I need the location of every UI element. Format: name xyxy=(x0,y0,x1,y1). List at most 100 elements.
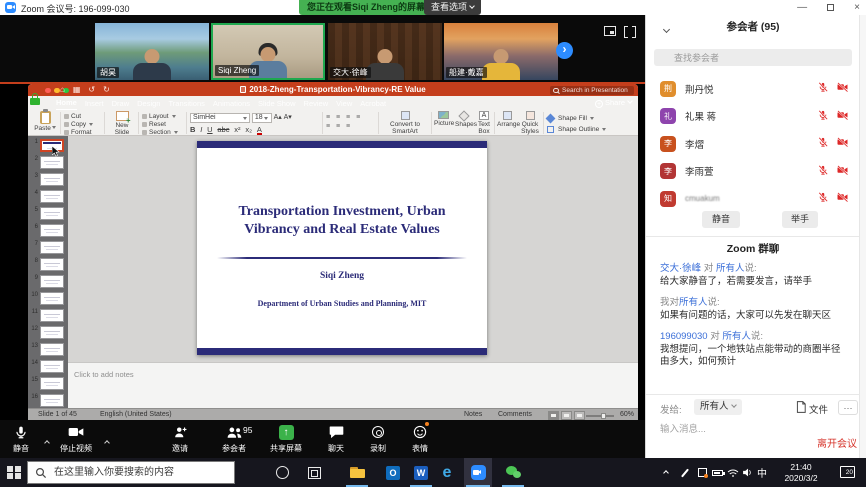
chat-message-input[interactable] xyxy=(658,423,828,436)
action-center-button[interactable]: 20 xyxy=(840,466,855,478)
participant-row[interactable]: 知 cmuakum xyxy=(646,185,860,208)
slide-thumbnail[interactable] xyxy=(40,190,64,203)
ppt-tab[interactable]: Draw xyxy=(112,97,130,110)
subscript-button[interactable]: x₂ xyxy=(245,125,252,134)
panel-scrollbar-track[interactable] xyxy=(859,15,866,458)
leave-meeting-button[interactable]: 离开会议 xyxy=(817,435,857,450)
slide-thumbnail-row[interactable]: 10 xyxy=(28,291,68,308)
invite-button[interactable]: 邀请 xyxy=(158,424,202,456)
home-icon[interactable]: ⌂ xyxy=(60,84,65,96)
paragraph-group[interactable]: ≡ ≡ ≡ ≡ ≡ ≡ ≡ xyxy=(326,110,376,136)
quick-styles-button[interactable]: Quick Styles xyxy=(520,110,540,136)
font-name-select[interactable]: SimHei xyxy=(190,113,250,123)
video-tile-active-speaker[interactable]: Siqi Zheng xyxy=(211,23,325,80)
slide-thumbnail[interactable] xyxy=(40,343,64,356)
slide-thumbnail[interactable] xyxy=(40,292,64,305)
mute-options-chevron[interactable] xyxy=(42,431,49,449)
shape-outline-button[interactable]: Shape Outline xyxy=(547,125,613,133)
grow-font-button[interactable]: A▴ xyxy=(274,114,282,121)
ppt-tab[interactable]: View xyxy=(336,97,352,110)
language-indicator[interactable]: English (United States) xyxy=(100,411,172,418)
slide-thumbnail[interactable] xyxy=(40,258,64,271)
maximize-button[interactable] xyxy=(827,4,834,11)
video-tile[interactable]: 交大·徐峰 xyxy=(328,23,442,80)
start-button[interactable] xyxy=(4,458,24,487)
slide-thumbnail-row[interactable]: 6 xyxy=(28,223,68,240)
save-icon[interactable]: ▦ xyxy=(73,84,81,96)
participant-row[interactable]: 荆 荆丹悦 xyxy=(646,75,860,103)
minimize-strip-icon[interactable] xyxy=(604,26,616,36)
font-color-button[interactable]: A xyxy=(257,127,262,135)
shapes-button[interactable]: Shapes xyxy=(455,110,473,136)
view-options-button[interactable]: 查看选项 xyxy=(424,0,481,15)
slide-thumbnail[interactable] xyxy=(40,309,64,322)
ppt-tab[interactable]: Design xyxy=(137,97,160,110)
ppt-tab[interactable]: Insert xyxy=(85,97,104,110)
participant-row[interactable]: 礼 礼果 蒋 xyxy=(646,103,860,131)
taskbar-clock[interactable]: 21:40 2020/3/2 xyxy=(778,462,824,483)
slide-thumbnail[interactable] xyxy=(40,224,64,237)
slide-thumbnail-row[interactable]: 2 xyxy=(28,155,68,172)
slide-thumbnail[interactable] xyxy=(40,156,64,169)
minimize-button[interactable]: — xyxy=(797,2,807,13)
mute-me-button[interactable]: 静音 xyxy=(702,211,740,228)
ppt-share-button[interactable]: +Share xyxy=(595,98,632,108)
slide-thumbnail[interactable] xyxy=(40,394,64,407)
file-explorer-button[interactable] xyxy=(344,458,370,487)
paste-button[interactable]: Paste xyxy=(32,110,58,136)
slide-thumbnail[interactable] xyxy=(40,207,64,220)
strikethrough-button[interactable]: abc xyxy=(217,125,229,134)
redo-icon[interactable]: ↻ xyxy=(103,84,110,96)
ppt-tab[interactable]: Acrobat xyxy=(360,97,386,110)
slide-thumbnail-row[interactable]: 11 xyxy=(28,308,68,325)
share-screen-button[interactable]: ↑ 共享屏幕 xyxy=(262,424,310,456)
convert-smartart-button[interactable]: Convert to SmartArt xyxy=(381,110,429,136)
video-options-chevron[interactable] xyxy=(102,431,109,449)
slide-thumbnail-row[interactable]: 16 xyxy=(28,393,68,408)
reset-button[interactable]: Reset xyxy=(142,120,184,128)
slide-thumbnail-row[interactable]: 4 xyxy=(28,189,68,206)
new-slide-button[interactable]: New Slide xyxy=(108,110,136,136)
ppt-tab[interactable]: Home xyxy=(56,96,77,111)
font-size-select[interactable]: 18 xyxy=(252,113,272,123)
notes-pane[interactable]: Click to add notes xyxy=(68,362,638,408)
taskbar-search-box[interactable] xyxy=(27,461,235,484)
cut-button[interactable]: Cut xyxy=(64,112,102,120)
touchpad-icon[interactable] xyxy=(698,458,707,487)
slide-thumbnail[interactable] xyxy=(40,360,64,373)
close-button[interactable]: × xyxy=(854,2,860,13)
stop-video-button[interactable]: 停止视频 xyxy=(54,424,98,456)
slide-thumbnail-row[interactable]: 14 xyxy=(28,359,68,376)
slide-thumbnail-row[interactable]: 1 xyxy=(28,138,68,155)
edge-button[interactable]: e xyxy=(434,458,460,487)
slide-sorter-view-button[interactable] xyxy=(561,411,572,420)
outlook-button[interactable]: O xyxy=(380,458,406,487)
zoom-slider-knob[interactable] xyxy=(601,413,606,420)
slide-thumbnail-row[interactable]: 9 xyxy=(28,274,68,291)
video-tile[interactable]: 船建·戴嘉 xyxy=(444,23,558,80)
taskbar-search-input[interactable] xyxy=(52,462,232,483)
participant-row[interactable]: 李 李雨萱 xyxy=(646,158,860,186)
volume-icon[interactable] xyxy=(742,458,753,487)
slide-thumbnail-row[interactable]: 8 xyxy=(28,257,68,274)
slide-thumbnail[interactable] xyxy=(40,241,64,254)
participant-search-input[interactable] xyxy=(654,49,852,66)
text-box-button[interactable]: AText Box xyxy=(476,110,492,136)
raise-hand-button[interactable]: 举手 xyxy=(782,211,818,228)
participant-row[interactable]: 李 李熠 xyxy=(646,130,860,158)
wifi-icon[interactable] xyxy=(727,458,739,487)
slide-thumbnail-row[interactable]: 12 xyxy=(28,325,68,342)
picture-button[interactable]: Picture xyxy=(434,110,452,136)
notes-toggle[interactable]: Notes xyxy=(464,411,482,418)
ppt-search-box[interactable]: Search in Presentation xyxy=(550,86,634,95)
slide-thumbnail[interactable] xyxy=(40,326,64,339)
cortana-button[interactable] xyxy=(270,458,294,487)
slide-thumbnail[interactable] xyxy=(40,173,64,186)
more-options-button[interactable]: … xyxy=(838,400,858,415)
bold-button[interactable]: B xyxy=(190,125,195,134)
layout-button[interactable]: Layout xyxy=(142,112,184,120)
ppt-tab[interactable]: Animations xyxy=(213,97,250,110)
collapse-chevron-icon[interactable] xyxy=(663,26,670,33)
record-button[interactable]: 录制 xyxy=(358,424,398,456)
word-button[interactable]: W xyxy=(408,458,434,487)
